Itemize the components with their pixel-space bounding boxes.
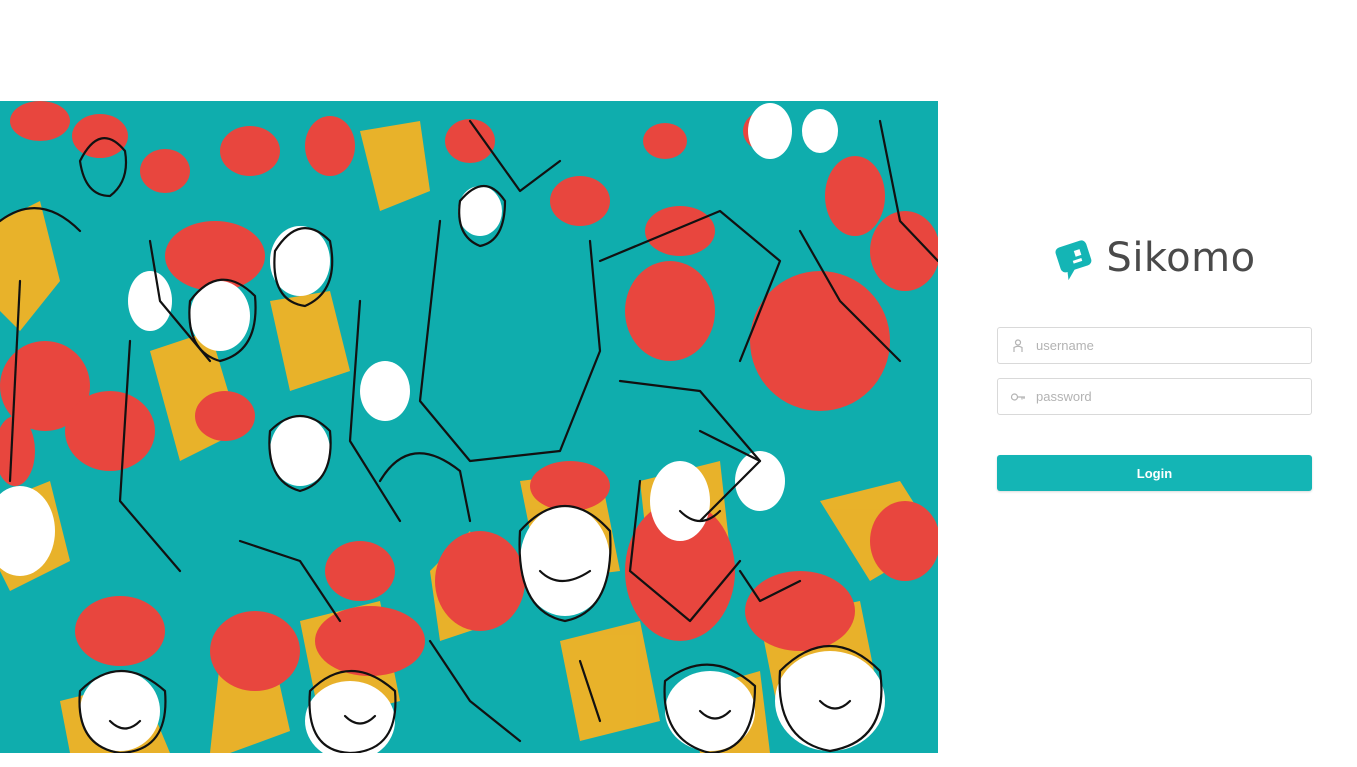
crowd-illustration-image bbox=[0, 101, 938, 753]
login-page: Sikomo Login bbox=[0, 0, 1357, 767]
key-icon bbox=[1010, 393, 1025, 401]
username-input[interactable] bbox=[1036, 328, 1304, 363]
user-icon bbox=[1013, 339, 1023, 352]
login-button[interactable]: Login bbox=[997, 455, 1312, 491]
crowd-illustration bbox=[0, 101, 938, 753]
login-panel: Sikomo Login bbox=[997, 230, 1312, 491]
password-input[interactable] bbox=[1036, 379, 1304, 414]
password-field[interactable] bbox=[997, 378, 1312, 415]
username-field[interactable] bbox=[997, 327, 1312, 364]
brand: Sikomo bbox=[1049, 230, 1259, 286]
brand-name: Sikomo bbox=[1106, 235, 1256, 281]
speech-bubble-face-icon bbox=[1055, 240, 1092, 281]
